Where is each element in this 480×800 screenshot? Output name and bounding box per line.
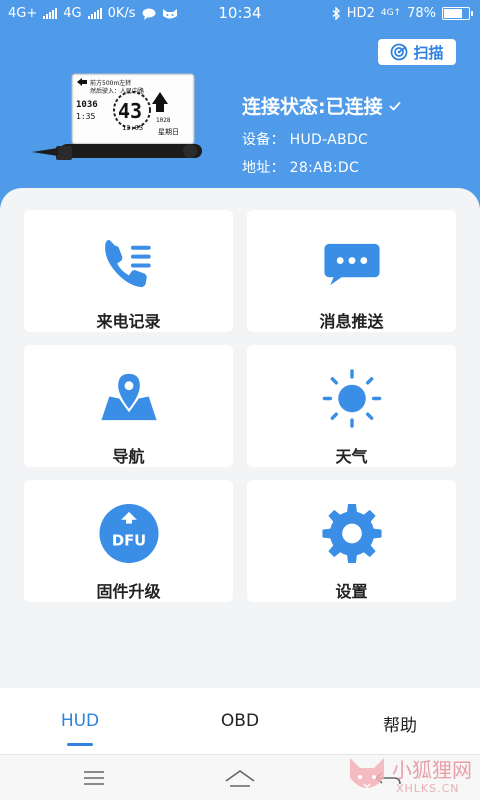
tab-help[interactable]: 帮助 [320,688,480,754]
tile-label: 导航 [112,447,145,466]
header: 4G+ 4G 0K/s 10:34 HD2 4G↑ 78% 扫描 前方500m左… [0,0,480,210]
network-hd: HD2 [346,6,375,21]
network-4g: 4G↑ [380,8,402,18]
radar-icon [391,43,408,61]
tile-label: 消息推送 [319,312,384,331]
bluetooth-icon [332,7,340,20]
check-icon [388,101,401,111]
svg-text:然后驶入：人民中路: 然后驶入：人民中路 [90,87,144,95]
svg-text:43: 43 [118,99,142,123]
tile-label: 来电记录 [96,312,161,331]
tile-settings[interactable]: 设置 [247,480,456,602]
map-pin-icon [100,371,157,421]
fox-logo-icon [350,758,384,789]
tile-label: 天气 [335,447,368,466]
svg-text:1028: 1028 [156,117,171,124]
tab-hud[interactable]: HUD [0,688,160,754]
tile-message-push[interactable]: 消息推送 [247,210,456,332]
tab-label: 帮助 [383,716,417,736]
feature-grid: 来电记录 消息推送 导航 天气 DFU 固件升级 设置 [24,210,456,602]
tile-label: 固件升级 [96,582,161,601]
watermark-text: 小狐狸网 [392,758,472,782]
svg-text:13:03: 13:03 [122,124,143,132]
scan-button[interactable]: 扫描 [378,39,456,65]
svg-text:1:35: 1:35 [76,112,95,121]
svg-text:1036: 1036 [76,100,98,110]
main-content: 来电记录 消息推送 导航 天气 DFU 固件升级 设置 [0,188,480,688]
watermark-sub: XHLKS.CN [396,782,460,795]
tile-firmware-upgrade[interactable]: DFU 固件升级 [24,480,233,602]
message-bubble-icon [323,243,380,286]
svg-text:DFU: DFU [111,532,145,549]
tile-call-log[interactable]: 来电记录 [24,210,233,332]
scan-label: 扫描 [413,43,444,62]
menu-icon[interactable] [74,765,114,791]
svg-text:前方500m左转: 前方500m左转 [90,79,131,87]
connection-status: 连接状态:已连接 [242,92,401,119]
dfu-upgrade-icon: DFU [98,503,159,564]
hud-device-image: 前方500m左转 然后驶入：人民中路 1036 1:35 43 13:03 10… [32,73,202,160]
phone-list-icon [104,239,151,288]
connection-status-text: 连接状态:已连接 [242,96,383,118]
tile-label: 设置 [335,582,368,601]
device-address: 地址： 28:AB:DC [242,160,360,176]
battery-percent: 78% [407,6,436,21]
bottom-nav: HUD OBD 帮助 [0,688,480,754]
connection-info: 连接状态:已连接 设备： HUD-ABDC 地址： 28:AB:DC [242,92,401,177]
status-right: HD2 4G↑ 78% [332,6,473,21]
device-name: 设备： HUD-ABDC [242,132,369,148]
svg-text:星期日: 星期日 [158,128,179,136]
tab-label: OBD [220,711,260,731]
gear-icon [321,503,382,564]
tile-navigation[interactable]: 导航 [24,345,233,467]
tile-weather[interactable]: 天气 [247,345,456,467]
tab-obd[interactable]: OBD [160,688,320,754]
status-bar: 4G+ 4G 0K/s 10:34 HD2 4G↑ 78% [0,0,480,28]
home-icon[interactable] [220,765,260,791]
active-tab-indicator [67,743,93,746]
tab-label: HUD [60,711,100,731]
sun-icon [322,369,381,428]
battery-icon [442,7,473,20]
